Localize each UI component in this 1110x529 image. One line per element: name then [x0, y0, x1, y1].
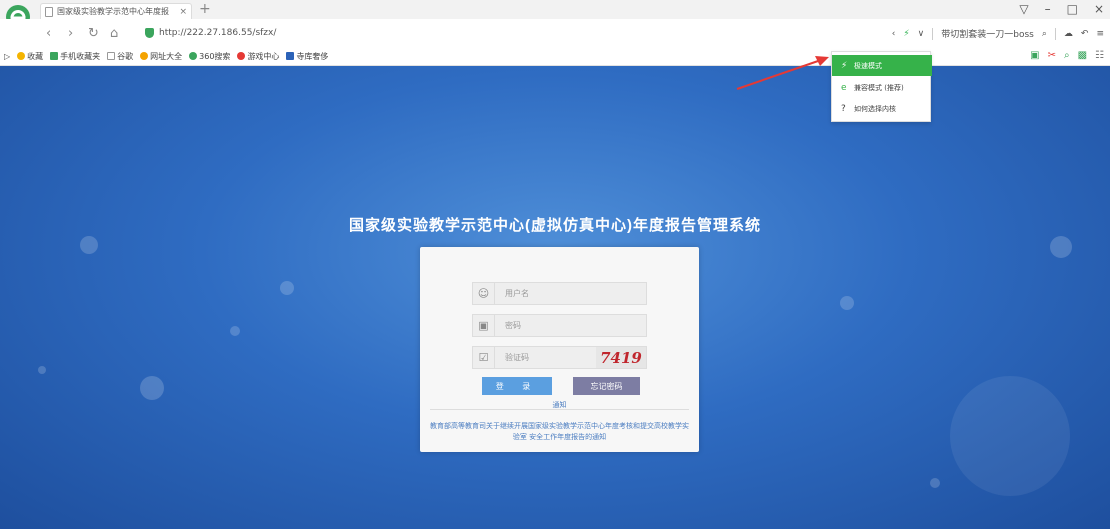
divider	[430, 409, 689, 410]
menu-item-speed-mode[interactable]: ⚡ 极速模式	[832, 55, 932, 76]
username-field[interactable]: ☺ 用户名	[472, 282, 647, 305]
tab-close-icon[interactable]: ×	[179, 7, 187, 17]
site-icon	[140, 52, 149, 60]
back-icon[interactable]: ‹	[46, 26, 51, 41]
cloud-icon[interactable]: ☁	[1064, 29, 1073, 39]
chevron-down-icon[interactable]: ∨	[918, 29, 925, 39]
decor-bubble	[80, 236, 98, 254]
refresh-icon[interactable]: ↻	[88, 26, 99, 41]
decor-bubble	[840, 296, 854, 310]
tab-title: 国家级实验教学示范中心年度报	[57, 7, 169, 16]
apps-icon[interactable]: ☷	[1095, 50, 1104, 61]
address-right-tools: ‹ ⚡ ∨ 带切割套装一刀一boss ⌕ ☁ ↶ ≡	[892, 27, 1104, 40]
phone-icon	[50, 52, 59, 60]
password-field[interactable]: ▣ 密码	[472, 314, 647, 337]
help-icon: ?	[841, 103, 846, 114]
decor-bubble	[230, 326, 240, 336]
menu-icon[interactable]: ≡	[1096, 29, 1104, 39]
star-icon	[17, 52, 26, 60]
security-shield-icon	[145, 28, 154, 38]
user-icon: ☺	[473, 283, 495, 304]
magnifier-icon[interactable]: ⌕	[1064, 50, 1070, 61]
decor-bubble	[140, 376, 164, 400]
lightning-icon: ⚡	[841, 60, 848, 71]
page-icon	[45, 6, 53, 17]
divider	[1054, 27, 1056, 40]
menu-item-compat-mode[interactable]: e 兼容模式 (推荐)	[832, 77, 932, 98]
decor-bubble	[38, 366, 46, 374]
captcha-icon: ☑	[473, 347, 495, 368]
scissors-icon[interactable]: ✂	[1048, 50, 1056, 61]
minimize-icon[interactable]: –	[1045, 2, 1051, 16]
bookmarks-right-tools: ▣ ✂ ⌕ ▩ ☷	[1030, 50, 1104, 61]
game-pad-icon[interactable]: ▩	[1078, 50, 1087, 61]
bookmark-item[interactable]: 360搜索	[189, 51, 230, 62]
tab-bar: 国家级实验教学示范中心年度报 × + ▽ – □ ×	[0, 0, 1110, 29]
speed-mode-icon[interactable]: ⚡	[903, 29, 909, 39]
captcha-placeholder: 验证码	[505, 353, 529, 362]
menu-item-how-to-choose[interactable]: ? 如何选择内核	[832, 98, 932, 119]
bookmark-item[interactable]: 网址大全	[140, 51, 182, 62]
search-suggestion[interactable]: 带切割套装一刀一boss	[941, 27, 1034, 40]
notice-link[interactable]: 教育部高等教育司关于继续开展国家级实验教学示范中心年度考核和提交高校教学实验室 …	[428, 421, 691, 443]
game-icon	[237, 52, 246, 60]
bookmark-item[interactable]: 游戏中心	[237, 51, 279, 62]
login-button[interactable]: 登 录	[482, 377, 552, 395]
url-text: http://222.27.186.55/sfzx/	[159, 28, 277, 38]
extension-icon[interactable]: ▣	[1030, 50, 1039, 61]
decor-bubble	[280, 281, 294, 295]
page-content: 国家级实验教学示范中心(虚拟仿真中心)年度报告管理系统 ☺ 用户名 ▣ 密码 ☑…	[0, 66, 1110, 529]
undo-icon[interactable]: ↶	[1081, 29, 1089, 39]
skin-icon[interactable]: ▽	[1019, 2, 1028, 16]
forget-password-button[interactable]: 忘记密码	[573, 377, 640, 395]
annotation-arrow	[736, 56, 829, 90]
browser-mode-menu: ⚡ 极速模式 e 兼容模式 (推荐) ? 如何选择内核	[831, 51, 932, 122]
home-icon[interactable]: ⌂	[110, 26, 118, 41]
window-controls: ▽ – □ ×	[1019, 2, 1104, 16]
close-icon[interactable]: ×	[1094, 2, 1104, 16]
search360-icon	[189, 52, 198, 60]
bookmark-item[interactable]: 谷歌	[107, 51, 133, 62]
captcha-image[interactable]: 7419	[596, 347, 646, 368]
decor-bubble	[950, 376, 1070, 496]
decor-bubble	[930, 478, 940, 488]
lock-icon: ▣	[473, 315, 495, 336]
divider	[932, 27, 934, 40]
password-placeholder: 密码	[505, 321, 521, 330]
bookmark-item[interactable]: 手机收藏夹	[50, 51, 100, 62]
decor-bubble	[1050, 236, 1072, 258]
username-placeholder: 用户名	[505, 289, 529, 298]
system-title: 国家级实验教学示范中心(虚拟仿真中心)年度报告管理系统	[349, 217, 761, 234]
address-bar: ‹ › ↻ ⌂ http://222.27.186.55/sfzx/ ‹ ⚡ ∨…	[0, 19, 1110, 47]
ie-icon: e	[841, 82, 847, 93]
maximize-icon[interactable]: □	[1067, 2, 1078, 16]
search-icon[interactable]: ⌕	[1042, 29, 1047, 39]
captcha-field[interactable]: ☑ 验证码 7419	[472, 346, 647, 369]
new-tab-button[interactable]: +	[199, 1, 211, 17]
browser-tab[interactable]: 国家级实验教学示范中心年度报 ×	[40, 3, 192, 19]
bookmark-item[interactable]: 寺库奢侈	[286, 51, 328, 62]
login-panel: ☺ 用户名 ▣ 密码 ☑ 验证码 7419 登 录 忘记密码 通知 教育部高等教…	[420, 247, 699, 452]
page-icon	[107, 52, 116, 60]
share-icon[interactable]: ‹	[892, 29, 896, 39]
bookmarks-toggle-icon[interactable]: ▷	[4, 52, 10, 61]
forward-icon[interactable]: ›	[68, 26, 73, 41]
bookmark-item[interactable]: 收藏	[17, 51, 43, 62]
url-field[interactable]: http://222.27.186.55/sfzx/	[145, 28, 276, 38]
shop-icon	[286, 52, 295, 60]
bookmarks-bar: ▷ 收藏 手机收藏夹 谷歌 网址大全 360搜索 游戏中心 寺库奢侈 ▣ ✂ ⌕…	[0, 47, 1110, 66]
